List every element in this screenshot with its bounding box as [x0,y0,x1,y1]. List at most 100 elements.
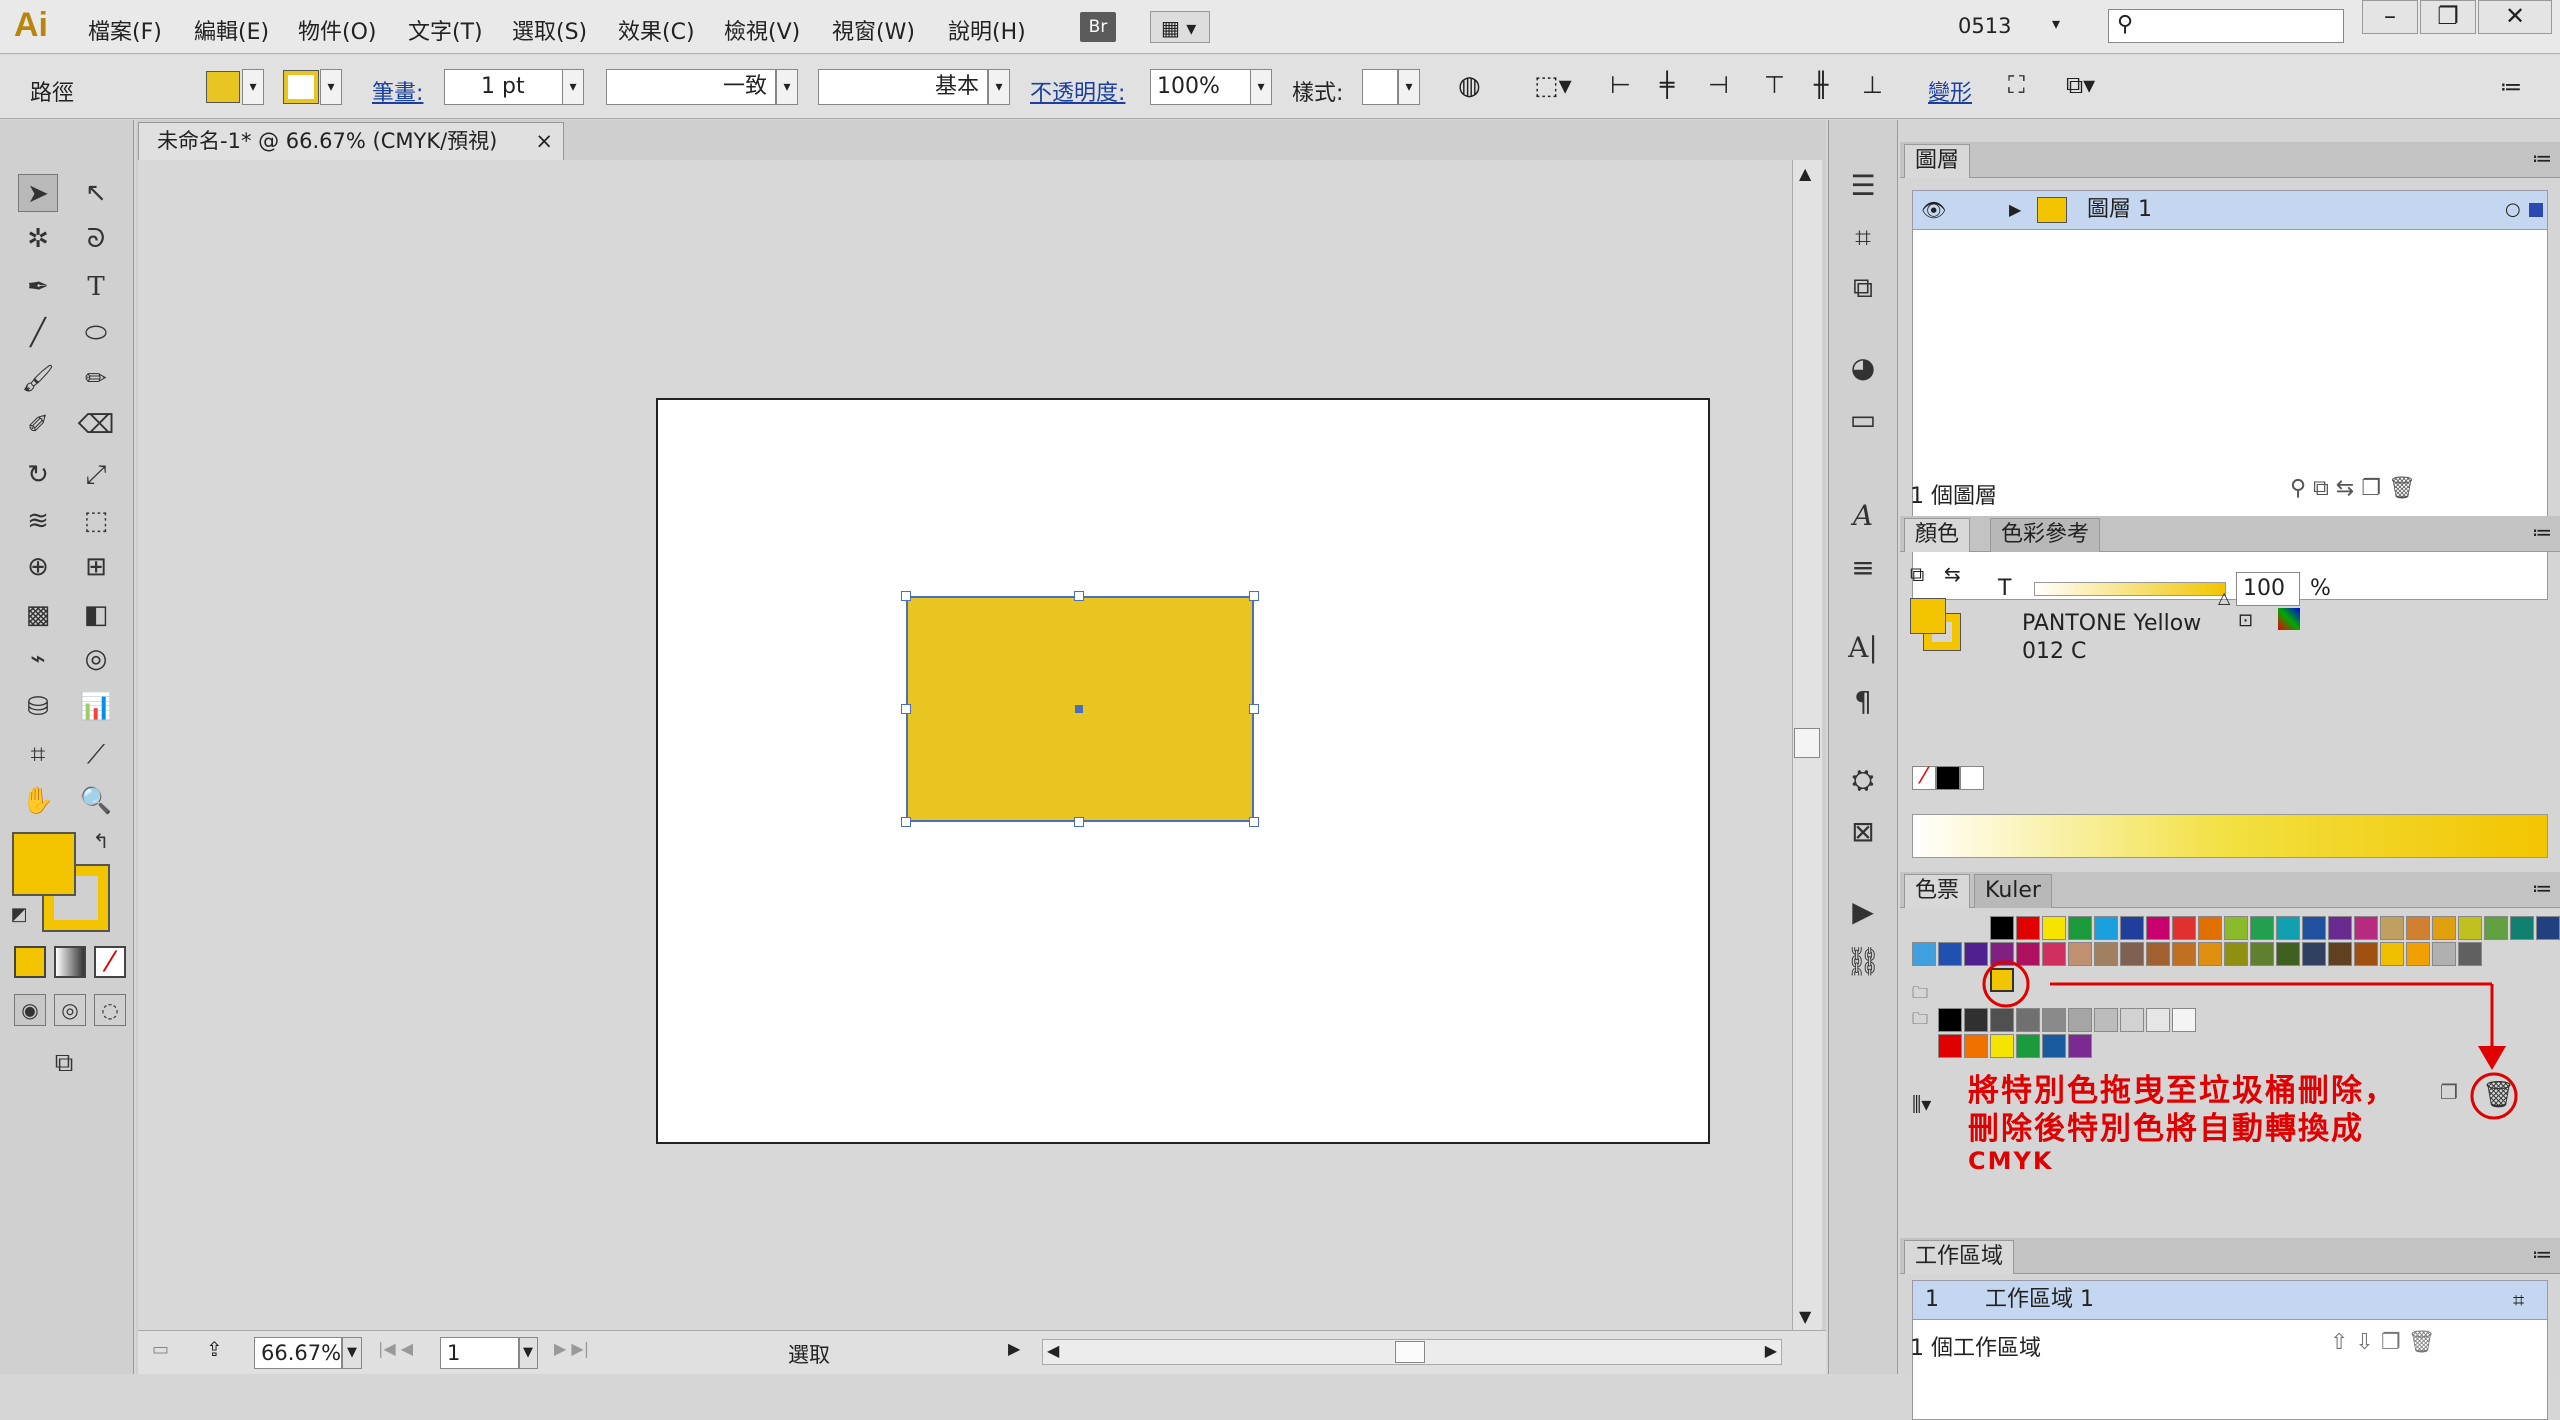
align-right-icon[interactable]: ⊣ [1708,71,1729,99]
horizontal-scroll-thumb[interactable] [1395,1341,1425,1363]
artboard-nav-icon[interactable]: ▭ [152,1339,169,1360]
control-panel-menu-icon[interactable]: ≔ [2500,75,2522,100]
menu-view[interactable]: 檢視(V) [724,14,800,46]
swatch-group-folder-icon[interactable]: 🗀 [1912,982,1936,1006]
swatch[interactable] [2146,916,2170,940]
transform-panel-icon[interactable]: ⌗ [1845,222,1881,254]
tab-color-guide[interactable]: 色彩參考 [1990,518,2101,552]
scale-tool-icon[interactable]: ⤢ [76,456,116,494]
status-menu-icon[interactable]: ▶ [1008,1339,1020,1358]
workspace-dropdown-icon[interactable]: ▾ [2052,14,2060,33]
type-tool-icon[interactable]: T [76,268,116,306]
swatch[interactable] [2354,942,2378,966]
tint-slider[interactable] [2034,582,2226,596]
bounding-handle[interactable] [1074,591,1084,601]
align-bottom-icon[interactable]: ⊥ [1862,71,1883,99]
paintbrush-tool-icon[interactable]: 🖌 [18,360,58,398]
swatch[interactable] [2094,942,2118,966]
swatch[interactable] [1990,942,2014,966]
swatch[interactable] [2406,942,2430,966]
swatch[interactable] [1964,1034,1988,1058]
swatch[interactable] [2224,916,2248,940]
swatch[interactable] [1964,942,1988,966]
swatch[interactable] [2016,942,2040,966]
web-safe-icon[interactable] [2278,608,2300,630]
tint-value-field[interactable]: 100 [2236,572,2300,606]
share-icon[interactable]: ⇪ [206,1337,223,1361]
swatch[interactable] [2094,1008,2118,1032]
swatch[interactable] [2328,916,2352,940]
line-tool-icon[interactable]: ╱ [18,314,58,352]
magic-wand-tool-icon[interactable]: ✲ [18,220,58,258]
symbols-panel-icon[interactable]: ⊠ [1845,816,1881,848]
status-text[interactable]: 選取 [788,1339,830,1369]
swatch[interactable] [2146,942,2170,966]
menu-effect[interactable]: 效果(C) [618,14,695,46]
recolor-icon[interactable]: ◍ [1458,71,1481,101]
column-graph-tool-icon[interactable]: 📊 [76,688,116,726]
paragraph-panel-icon[interactable]: ¶ [1845,686,1881,718]
swatch[interactable] [2432,916,2456,940]
arrange-icon[interactable]: ⧉▾ [2066,71,2095,99]
expand-layer-icon[interactable]: ▶ [2009,191,2021,229]
fill-color-control[interactable] [206,71,240,103]
swatch[interactable] [1938,942,1962,966]
stroke-weight-field[interactable]: 1 pt [444,69,564,105]
swatch[interactable] [2120,1008,2144,1032]
workspace-switcher[interactable]: 0513 [1958,14,2011,38]
swatch[interactable] [2250,942,2274,966]
horizontal-scrollbar[interactable]: ◀ ▶ [1042,1339,1782,1365]
swatch[interactable] [2510,916,2534,940]
default-colors-icon[interactable]: ⧉ [1910,562,1924,586]
bounding-handle[interactable] [901,591,911,601]
menu-object[interactable]: 物件(O) [298,14,376,46]
draw-behind-icon[interactable]: ◎ [54,994,86,1026]
bounding-handle[interactable] [1249,704,1259,714]
swatch[interactable] [2276,916,2300,940]
align-top-icon[interactable]: ⊤ [1764,71,1785,99]
pantone-yellow-swatch[interactable] [1990,968,2014,992]
color-panel-fill[interactable] [1910,598,1946,634]
vertical-scroll-thumb[interactable] [1794,728,1820,758]
out-of-gamut-icon[interactable]: ⊡ [2238,610,2253,631]
pathfinder-panel-icon[interactable]: ⧉ [1845,272,1881,304]
close-button[interactable]: ✕ [2478,0,2552,34]
artboard-tool-icon[interactable]: ⌗ [18,736,58,774]
stroke-color-control[interactable] [283,70,319,104]
rotate-tool-icon[interactable]: ↻ [18,456,58,494]
swatch[interactable] [1990,1008,2014,1032]
black-swatch[interactable] [1936,766,1960,790]
swatch[interactable] [2042,916,2066,940]
zoom-tool-icon[interactable]: 🔍 [76,782,116,820]
lasso-tool-icon[interactable]: ᘐ [76,220,116,258]
gradient-mode-icon[interactable] [54,946,86,978]
new-swatch-icon[interactable]: ❐ [2440,1080,2458,1104]
hand-tool-icon[interactable]: ✋ [18,782,58,820]
perspective-grid-tool-icon[interactable]: ⊞ [76,548,116,586]
bounding-handle[interactable] [901,704,911,714]
character-panel-icon[interactable]: A| [1845,632,1881,664]
swatch[interactable] [2068,942,2092,966]
restore-button[interactable]: ❐ [2420,0,2476,34]
next-artboard-icon[interactable]: ▶ ▶| [554,1339,589,1358]
swatch[interactable] [2120,916,2144,940]
select-similar-icon[interactable]: ⬚▾ [1534,71,1572,101]
swatch[interactable] [2042,1034,2066,1058]
menu-help[interactable]: 說明(H) [948,14,1026,46]
artboards-menu-icon[interactable]: ≔ [2532,1242,2552,1266]
stroke-weight-dropdown-icon[interactable]: ▾ [562,69,584,105]
warp-tool-icon[interactable]: ≋ [18,502,58,540]
swatch[interactable] [1990,1034,2014,1058]
swatch[interactable] [2302,916,2326,940]
zoom-dropdown-icon[interactable]: ▼ [342,1337,362,1369]
paragraph-styles-icon[interactable]: ≡ [1845,552,1881,584]
tab-kuler[interactable]: Kuler [1974,874,2052,908]
fill-swatch[interactable] [12,832,76,896]
visibility-eye-icon[interactable]: 👁 [1921,191,1946,229]
blob-brush-tool-icon[interactable]: ✐ [18,406,58,444]
swatch[interactable] [2094,916,2118,940]
bridge-button[interactable]: Br [1080,12,1116,42]
blend-tool-icon[interactable]: ◎ [76,640,116,678]
tab-swatches[interactable]: 色票 [1904,874,1971,908]
swatch[interactable] [2120,942,2144,966]
